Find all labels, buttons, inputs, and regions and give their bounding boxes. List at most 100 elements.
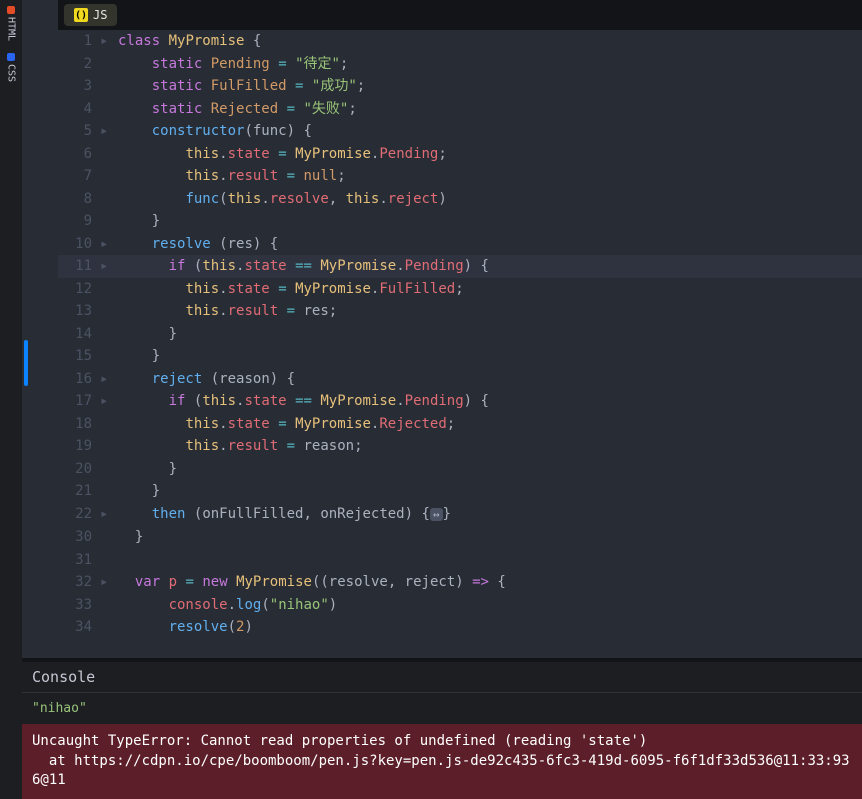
- fold-icon[interactable]: ▸: [100, 233, 114, 256]
- code-text: [114, 549, 118, 572]
- code-line[interactable]: 30 }: [58, 526, 862, 549]
- code-text: func(this.resolve, this.reject): [114, 188, 447, 211]
- fold-icon: [100, 188, 114, 211]
- fold-icon: [100, 323, 114, 346]
- tab-js-active[interactable]: () JS: [64, 4, 117, 26]
- code-line[interactable]: 16▸ reject (reason) {: [58, 368, 862, 391]
- line-number: 12: [58, 278, 100, 301]
- code-line[interactable]: 9 }: [58, 210, 862, 233]
- line-number: 30: [58, 526, 100, 549]
- code-line[interactable]: 4 static Rejected = "失败";: [58, 98, 862, 121]
- code-line[interactable]: 6 this.state = MyPromise.Pending;: [58, 143, 862, 166]
- code-line[interactable]: 14 }: [58, 323, 862, 346]
- main-panel: () JS 1▸class MyPromise {2 static Pendin…: [22, 0, 862, 799]
- code-line[interactable]: 3 static FulFilled = "成功";: [58, 75, 862, 98]
- line-number: 34: [58, 616, 100, 639]
- code-line[interactable]: 17▸ if (this.state == MyPromise.Pending)…: [58, 390, 862, 413]
- fold-icon[interactable]: ▸: [100, 255, 114, 278]
- line-number: 1: [58, 30, 100, 53]
- fold-icon: [100, 594, 114, 617]
- code-text: this.state = MyPromise.Rejected;: [114, 413, 455, 436]
- code-text: reject (reason) {: [114, 368, 295, 391]
- editor-area: () JS 1▸class MyPromise {2 static Pendin…: [22, 0, 862, 658]
- code-line[interactable]: 2 static Pending = "待定";: [58, 53, 862, 76]
- console-title[interactable]: Console: [22, 662, 862, 692]
- code-text: this.result = null;: [114, 165, 346, 188]
- code-text: resolve(2): [114, 616, 253, 639]
- code-line[interactable]: 21 }: [58, 480, 862, 503]
- fold-icon[interactable]: ▸: [100, 390, 114, 413]
- code-line[interactable]: 11▸ if (this.state == MyPromise.Pending)…: [58, 255, 862, 278]
- code-editor[interactable]: 1▸class MyPromise {2 static Pending = "待…: [58, 30, 862, 658]
- code-text: static Pending = "待定";: [114, 53, 348, 76]
- line-number: 11: [58, 255, 100, 278]
- code-line[interactable]: 1▸class MyPromise {: [58, 30, 862, 53]
- code-text: }: [114, 323, 177, 346]
- fold-icon: [100, 210, 114, 233]
- js-icon: (): [74, 8, 88, 22]
- fold-icon: [100, 53, 114, 76]
- code-line[interactable]: 7 this.result = null;: [58, 165, 862, 188]
- editor-language-tabs: HTML CSS: [0, 0, 22, 799]
- code-text: if (this.state == MyPromise.Pending) {: [114, 255, 489, 278]
- fold-icon[interactable]: ▸: [100, 120, 114, 143]
- fold-icon[interactable]: ▸: [100, 503, 114, 527]
- code-line[interactable]: 10▸ resolve (res) {: [58, 233, 862, 256]
- line-number: 20: [58, 458, 100, 481]
- html-icon: [7, 6, 15, 14]
- css-icon: [7, 53, 15, 61]
- code-line[interactable]: 12 this.state = MyPromise.FulFilled;: [58, 278, 862, 301]
- fold-icon[interactable]: ▸: [100, 571, 114, 594]
- fold-icon: [100, 98, 114, 121]
- code-line[interactable]: 13 this.result = res;: [58, 300, 862, 323]
- fold-icon: [100, 345, 114, 368]
- console-output: "nihao": [22, 692, 862, 724]
- tab-html[interactable]: HTML: [0, 0, 22, 47]
- gutter-strip: [22, 0, 58, 658]
- line-number: 22: [58, 503, 100, 527]
- line-number: 10: [58, 233, 100, 256]
- code-line[interactable]: 32▸ var p = new MyPromise((resolve, reje…: [58, 571, 862, 594]
- code-line[interactable]: 5▸ constructor(func) {: [58, 120, 862, 143]
- fold-icon: [100, 549, 114, 572]
- code-line[interactable]: 19 this.result = reason;: [58, 435, 862, 458]
- fold-icon: [100, 458, 114, 481]
- fold-icon: [100, 75, 114, 98]
- code-text: }: [114, 458, 177, 481]
- console-panel: Console "nihao" Uncaught TypeError: Cann…: [22, 658, 862, 799]
- code-text: }: [114, 526, 143, 549]
- fold-icon: [100, 165, 114, 188]
- fold-icon: [100, 413, 114, 436]
- line-number: 7: [58, 165, 100, 188]
- code-line[interactable]: 8 func(this.resolve, this.reject): [58, 188, 862, 211]
- line-number: 3: [58, 75, 100, 98]
- code-text: this.result = reason;: [114, 435, 363, 458]
- tab-css[interactable]: CSS: [0, 47, 22, 88]
- fold-icon: [100, 300, 114, 323]
- tab-css-label: CSS: [6, 64, 17, 82]
- console-error: Uncaught TypeError: Cannot read properti…: [22, 724, 862, 799]
- code-line[interactable]: 34 resolve(2): [58, 616, 862, 639]
- scroll-indicator[interactable]: [24, 340, 28, 386]
- editor-tabbar: () JS: [58, 0, 862, 30]
- line-number: 19: [58, 435, 100, 458]
- line-number: 21: [58, 480, 100, 503]
- code-line[interactable]: 33 console.log("nihao"): [58, 594, 862, 617]
- fold-icon: [100, 526, 114, 549]
- code-line[interactable]: 31: [58, 549, 862, 572]
- fold-icon[interactable]: ▸: [100, 368, 114, 391]
- code-line[interactable]: 18 this.state = MyPromise.Rejected;: [58, 413, 862, 436]
- line-number: 14: [58, 323, 100, 346]
- code-line[interactable]: 20 }: [58, 458, 862, 481]
- code-line[interactable]: 15 }: [58, 345, 862, 368]
- line-number: 5: [58, 120, 100, 143]
- fold-icon: [100, 616, 114, 639]
- code-text: this.state = MyPromise.FulFilled;: [114, 278, 464, 301]
- code-text: if (this.state == MyPromise.Pending) {: [114, 390, 489, 413]
- code-text: resolve (res) {: [114, 233, 278, 256]
- code-text: this.state = MyPromise.Pending;: [114, 143, 447, 166]
- code-line[interactable]: 22▸ then (onFullFilled, onRejected) {↔}: [58, 503, 862, 527]
- fold-icon[interactable]: ▸: [100, 30, 114, 53]
- line-number: 33: [58, 594, 100, 617]
- code-text: static FulFilled = "成功";: [114, 75, 365, 98]
